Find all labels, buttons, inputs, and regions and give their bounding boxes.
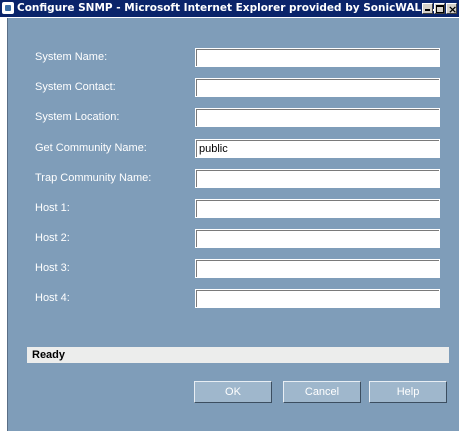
system-contact-input[interactable] (195, 78, 440, 97)
window-controls (422, 1, 457, 17)
host-3-input[interactable] (195, 259, 440, 278)
system-contact-label: System Contact: (35, 81, 116, 93)
host-2-input[interactable] (195, 229, 440, 248)
ie-document-icon (2, 2, 14, 14)
minimize-icon[interactable] (422, 3, 433, 14)
host-3-label: Host 3: (35, 262, 70, 274)
host-2-label: Host 2: (35, 232, 70, 244)
host-4-label: Host 4: (35, 292, 70, 304)
help-button[interactable]: Help (369, 381, 447, 403)
system-location-label: System Location: (35, 111, 120, 123)
close-icon[interactable] (446, 1, 457, 17)
host-4-input[interactable] (195, 289, 440, 308)
trap-community-name-input[interactable] (195, 169, 440, 188)
system-name-label: System Name: (35, 51, 108, 63)
get-community-name-label: Get Community Name: (35, 142, 147, 154)
maximize-icon[interactable] (434, 3, 445, 14)
cancel-button[interactable]: Cancel (283, 381, 361, 403)
host-1-label: Host 1: (35, 202, 70, 214)
snmp-form-panel: System Name: System Contact: System Loca… (7, 18, 459, 431)
window-title: Configure SNMP - Microsoft Internet Expl… (17, 2, 440, 14)
host-1-input[interactable] (195, 199, 440, 218)
get-community-name-input[interactable] (195, 139, 440, 158)
system-name-input[interactable] (195, 48, 440, 67)
ok-button[interactable]: OK (194, 381, 272, 403)
configure-snmp-window: Configure SNMP - Microsoft Internet Expl… (0, 0, 459, 431)
system-location-input[interactable] (195, 108, 440, 127)
trap-community-name-label: Trap Community Name: (35, 172, 152, 184)
title-bar[interactable]: Configure SNMP - Microsoft Internet Expl… (0, 0, 459, 17)
status-bar: Ready (27, 347, 449, 363)
